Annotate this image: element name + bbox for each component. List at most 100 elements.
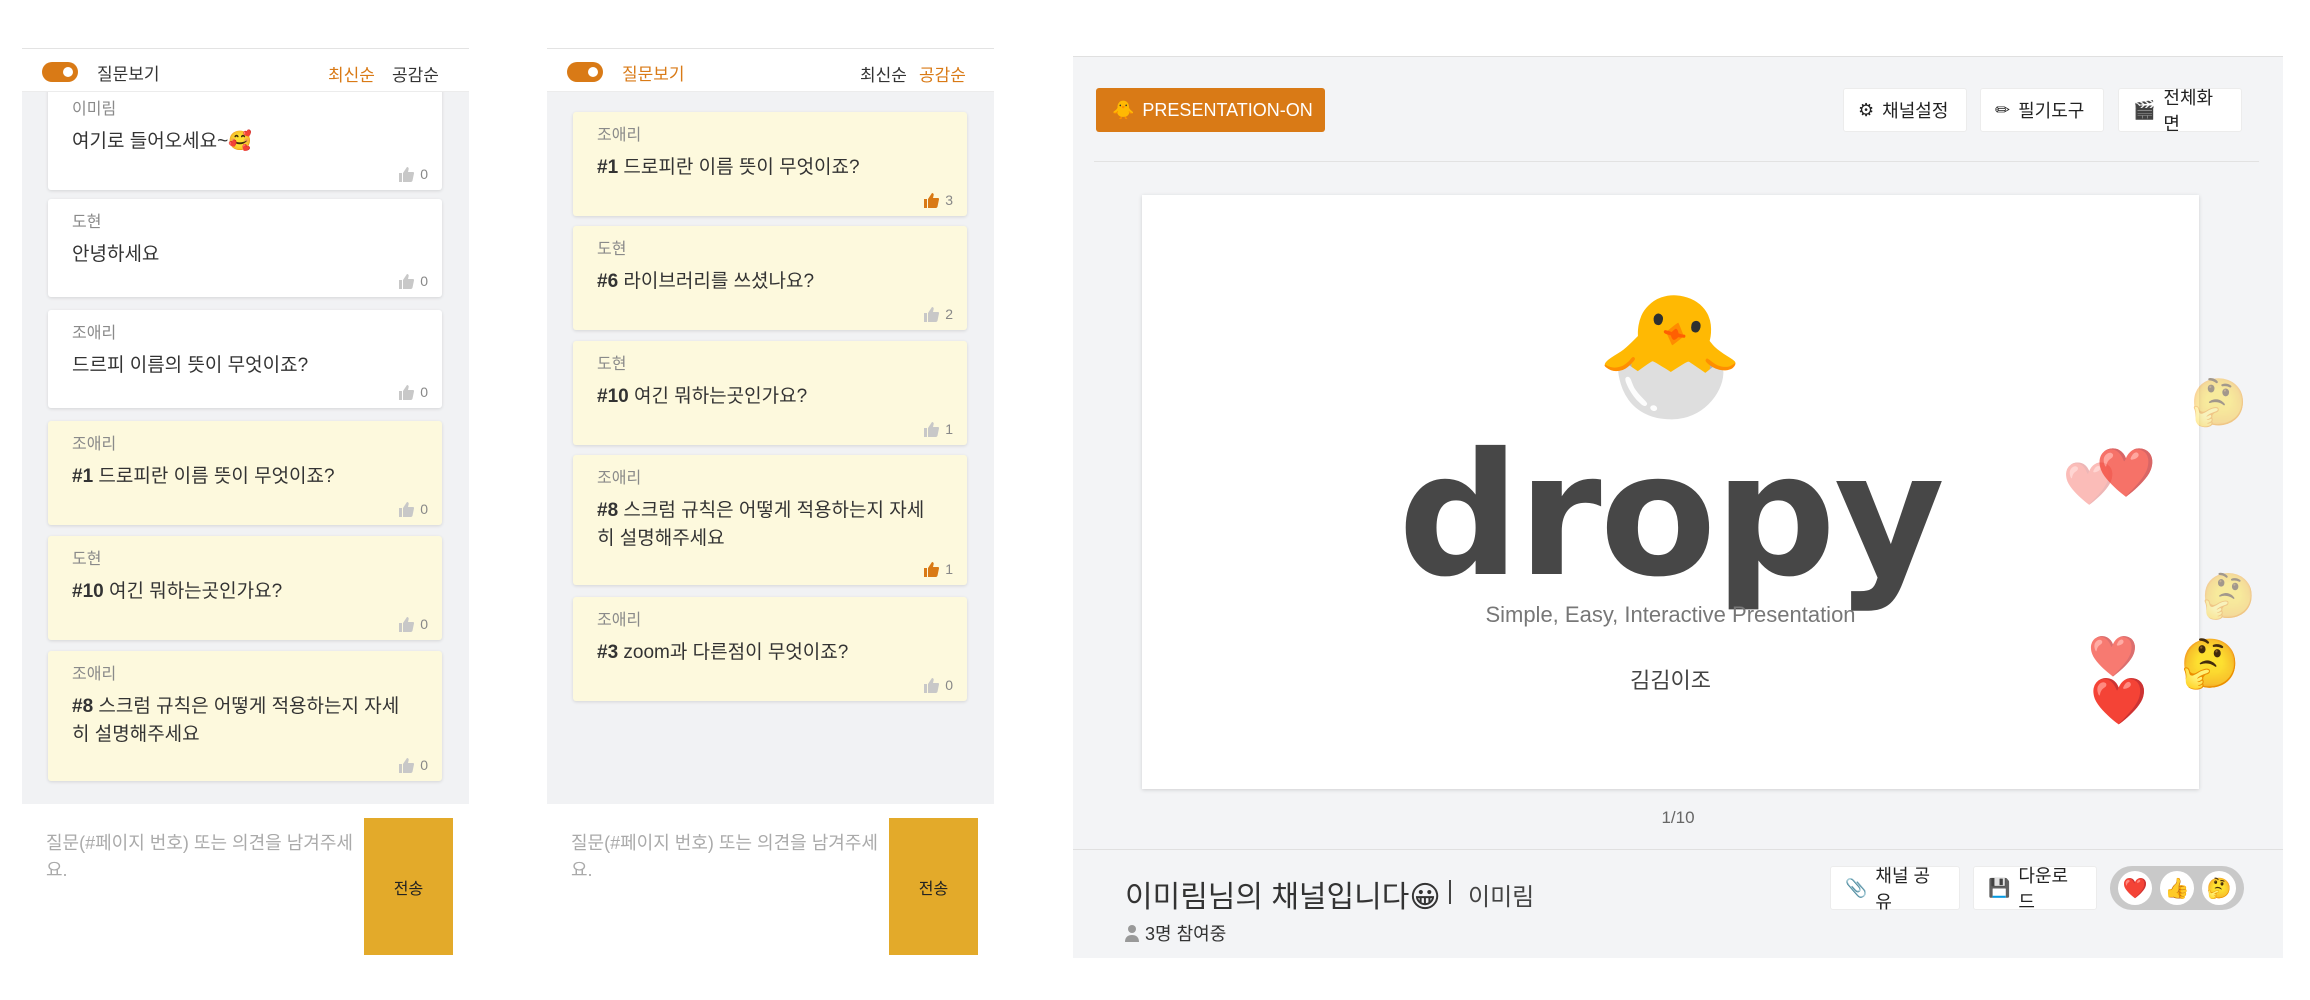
sort-latest-button[interactable]: 최신순 <box>328 61 375 86</box>
thumbs-up-icon <box>924 192 940 208</box>
floating-heart-icon: ❤️ <box>2088 635 2138 679</box>
message-list[interactable]: 이미림 여기로 들어오세요~🥰 0 도현 안녕하세요 0 조애리 드르피 이름의… <box>22 92 469 804</box>
heart-reaction-button[interactable]: ❤️ <box>2118 871 2152 905</box>
floating-heart-icon: ❤️ <box>2090 675 2148 727</box>
message-text: 안녕하세요 <box>72 244 160 265</box>
send-button[interactable]: 전송 <box>364 818 453 955</box>
thumbs-up-icon <box>924 561 940 577</box>
question-card: 조애리 #1 드로피란 이름 뜻이 무엇이죠? 3 <box>573 112 967 216</box>
question-toggle[interactable] <box>567 62 603 82</box>
message-author: 도현 <box>597 356 627 373</box>
sort-latest-button[interactable]: 최신순 <box>860 61 907 86</box>
message-input[interactable]: 질문(#페이지 번호) 또는 의견을 남겨주세요. <box>571 830 881 884</box>
message-author: 도현 <box>72 214 102 231</box>
thumbs-up-icon <box>924 306 940 322</box>
message-card: 조애리 드르피 이름의 뜻이 무엇이죠? 0 <box>48 310 442 408</box>
message-author: 조애리 <box>597 612 642 629</box>
thumbs-up-icon: 👍 <box>2164 877 2190 900</box>
message-text: #3 zoom과 다른점이 무엇이죠? <box>597 642 849 663</box>
message-text: 드르피 이름의 뜻이 무엇이죠? <box>72 355 309 376</box>
participant-count: 3명 참여중 <box>1125 920 1226 946</box>
send-button[interactable]: 전송 <box>889 818 978 955</box>
chat-toolbar: 질문보기 최신순 공감순 <box>547 48 994 92</box>
thumbs-up-icon <box>399 166 415 182</box>
clapper-icon: 🎬 <box>2133 99 2156 120</box>
chat-panel-empathy: 질문보기 최신순 공감순 조애리 #1 드로피란 이름 뜻이 무엇이죠? 3 도… <box>547 48 994 962</box>
message-text: #1 드로피란 이름 뜻이 무엇이죠? <box>72 466 335 487</box>
thinking-reaction-button[interactable]: 🤔 <box>2202 871 2236 905</box>
question-list[interactable]: 조애리 #1 드로피란 이름 뜻이 무엇이죠? 3 도현 #6 라이브러리를 쓰… <box>547 92 994 804</box>
slide-canvas[interactable]: 🐣 dropy Simple, Easy, Interactive Presen… <box>1142 195 2199 789</box>
message-card: 도현 안녕하세요 0 <box>48 199 442 297</box>
channel-info-bar: 이미림님의 채널입니다😀 이미림 3명 참여중 📎 채널 공유 💾 다운로드 ❤… <box>1073 849 2283 958</box>
message-author: 이미림 <box>72 101 117 118</box>
message-input-area: 질문(#페이지 번호) 또는 의견을 남겨주세요. 전송 <box>22 804 469 962</box>
slide-tagline: Simple, Easy, Interactive Presentation <box>1485 602 1856 627</box>
message-author: 조애리 <box>597 127 642 144</box>
title-divider <box>1449 880 1451 904</box>
message-text: #6 라이브러리를 쓰셨나요? <box>597 271 815 292</box>
sort-empathy-button[interactable]: 공감순 <box>392 61 439 86</box>
pen-tool-button[interactable]: ✏ 필기도구 <box>1980 88 2104 132</box>
like-button[interactable]: 1 <box>923 421 953 437</box>
thinking-face-icon: 🤔 <box>2206 877 2232 900</box>
share-channel-label: 채널 공유 <box>1875 866 1931 912</box>
gear-icon: ⚙ <box>1858 99 1875 120</box>
channel-settings-button[interactable]: ⚙ 채널설정 <box>1843 88 1967 132</box>
message-text: #8 스크럼 규칙은 어떻게 적용하는지 자세히 설명해주세요 <box>72 696 400 745</box>
page-indicator: 1/10 <box>1661 808 1695 827</box>
person-icon <box>1125 925 1139 942</box>
fullscreen-button[interactable]: 🎬 전체화면 <box>2118 88 2242 134</box>
thumbs-up-icon <box>399 501 415 517</box>
like-button[interactable]: 3 <box>923 192 953 208</box>
floating-thinking-icon: 🤔 <box>2180 638 2240 691</box>
participant-count-label: 3명 참여중 <box>1145 924 1227 944</box>
message-author: 도현 <box>72 551 102 568</box>
floppy-disk-icon: 💾 <box>1988 877 2011 898</box>
question-card: 도현 #10 여긴 뭐하는곳인가요? 1 <box>573 341 967 445</box>
hatching-chick-icon: 🐣 <box>1595 288 1746 422</box>
question-toggle[interactable] <box>42 62 78 82</box>
brand-label: PRESENTATION-ON <box>1142 99 1313 120</box>
like-button[interactable]: 0 <box>398 616 428 632</box>
question-card: 조애리 #8 스크럼 규칙은 어떻게 적용하는지 자세히 설명해주세요 0 <box>48 651 442 781</box>
channel-owner: 이미림 <box>1468 884 1535 911</box>
like-button[interactable]: 0 <box>398 273 428 289</box>
message-author: 조애리 <box>72 666 117 683</box>
floating-thinking-icon: 🤔 <box>2190 376 2248 428</box>
like-button[interactable]: 0 <box>923 677 953 693</box>
like-button[interactable]: 2 <box>923 306 953 322</box>
like-button[interactable]: 0 <box>398 166 428 182</box>
question-card: 도현 #10 여긴 뭐하는곳인가요? 0 <box>48 536 442 640</box>
fullscreen-label: 전체화면 <box>2163 88 2214 134</box>
message-author: 조애리 <box>597 470 642 487</box>
brand-button[interactable]: 🐥 PRESENTATION-ON <box>1096 88 1325 132</box>
pencil-icon: ✏ <box>1995 99 2011 120</box>
presentation-window: 🐥 PRESENTATION-ON ⚙ 채널설정 ✏ 필기도구 🎬 전체화면 🐣… <box>1073 56 2283 958</box>
question-toggle-label: 질문보기 <box>97 65 160 84</box>
like-button[interactable]: 0 <box>398 384 428 400</box>
question-card: 조애리 #1 드로피란 이름 뜻이 무엇이죠? 0 <box>48 421 442 525</box>
download-button[interactable]: 💾 다운로드 <box>1973 866 2097 912</box>
question-toggle-label: 질문보기 <box>622 65 685 84</box>
thumbs-up-icon <box>924 421 940 437</box>
thumbs-up-icon <box>399 273 415 289</box>
sort-empathy-button[interactable]: 공감순 <box>919 61 966 86</box>
message-text: #10 여긴 뭐하는곳인가요? <box>597 386 808 407</box>
like-button[interactable]: 0 <box>398 757 428 773</box>
like-button[interactable]: 1 <box>923 561 953 577</box>
message-input[interactable]: 질문(#페이지 번호) 또는 의견을 남겨주세요. <box>46 830 356 884</box>
thumbs-up-icon <box>399 616 415 632</box>
thumbs-up-icon <box>924 677 940 693</box>
thumbs-up-reaction-button[interactable]: 👍 <box>2160 871 2194 905</box>
message-input-area: 질문(#페이지 번호) 또는 의견을 남겨주세요. 전송 <box>547 804 994 962</box>
message-card: 이미림 여기로 들어오세요~🥰 0 <box>48 92 442 190</box>
thumbs-up-icon <box>399 384 415 400</box>
message-text: #1 드로피란 이름 뜻이 무엇이죠? <box>597 157 860 178</box>
slide-presenter: 김김이조 <box>1630 668 1711 693</box>
message-author: 도현 <box>597 241 627 258</box>
share-channel-button[interactable]: 📎 채널 공유 <box>1830 866 1960 912</box>
like-button[interactable]: 0 <box>398 501 428 517</box>
slide-logo-text: dropy <box>1398 417 1945 615</box>
question-card: 도현 #6 라이브러리를 쓰셨나요? 2 <box>573 226 967 330</box>
